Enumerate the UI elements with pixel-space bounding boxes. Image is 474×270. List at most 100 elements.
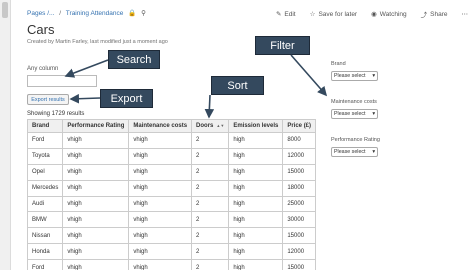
restrictions-icon[interactable]: ⚲ xyxy=(141,10,146,17)
table-cell: vhigh xyxy=(62,227,130,245)
table-cell: vhigh xyxy=(128,195,193,213)
brand-filter-select[interactable]: Please select ▾ xyxy=(331,71,378,81)
scrollbar-thumb[interactable] xyxy=(2,2,8,18)
table-cell: vhigh xyxy=(128,211,193,229)
table-cell: vhigh xyxy=(62,195,130,213)
table-cell: high xyxy=(228,227,284,245)
table-row: Mercedes vhigh vhigh 2 high 18000 xyxy=(26,179,317,197)
share-label: Share xyxy=(430,10,448,18)
table-cell: 2 xyxy=(191,243,230,261)
save-for-later-button[interactable]: ☆ Save for later xyxy=(310,9,358,19)
breadcrumb-separator: / xyxy=(59,10,62,17)
left-scrollbar[interactable] xyxy=(0,0,11,270)
table-cell: vhigh xyxy=(128,132,193,149)
table-row: Ford vhigh vhigh 2 high 8000 xyxy=(26,132,317,149)
table-cell: vhigh xyxy=(62,179,130,197)
table-cell: high xyxy=(228,211,284,229)
column-header-emission-levels[interactable]: Emission levels xyxy=(228,119,284,133)
table-cell: Audi xyxy=(26,195,64,213)
table-cell: 15000 xyxy=(282,163,317,181)
more-actions-button[interactable]: ⋯ xyxy=(462,9,469,19)
table-cell: 2 xyxy=(191,132,230,149)
table-row: Toyota vhigh vhigh 2 high 12000 xyxy=(26,147,317,165)
table-cell: 2 xyxy=(191,211,230,229)
page-byline: Created by Martin Farley, last modified … xyxy=(27,39,168,45)
table-cell: 2 xyxy=(191,259,230,270)
results-table: Brand Performance Rating Maintenance cos… xyxy=(26,119,317,270)
sort-arrow xyxy=(204,94,215,119)
column-header-performance-rating[interactable]: Performance Rating xyxy=(62,119,130,133)
watching-button[interactable]: ◉ Watching xyxy=(371,9,407,19)
filter-brand: Brand Please select ▾ xyxy=(331,61,378,81)
table-cell: 15000 xyxy=(282,259,317,270)
table-cell: 2 xyxy=(191,147,230,165)
table-header-row: Brand Performance Rating Maintenance cos… xyxy=(26,119,317,133)
filter-label: Brand xyxy=(331,61,346,67)
table-cell: high xyxy=(228,132,284,149)
table-cell: vhigh xyxy=(62,147,130,165)
table-cell: 15000 xyxy=(282,227,317,245)
pencil-icon: ✎ xyxy=(275,11,282,18)
edit-button[interactable]: ✎ Edit xyxy=(276,9,296,19)
table-cell: vhigh xyxy=(62,132,130,149)
performance-rating-filter-select[interactable]: Please select ▾ xyxy=(331,147,378,157)
search-input[interactable] xyxy=(27,75,97,87)
table-cell: BMW xyxy=(26,211,64,229)
search-callout: Search xyxy=(108,50,160,69)
table-cell: 12000 xyxy=(282,147,317,165)
table-cell: 2 xyxy=(191,227,230,245)
lock-icon[interactable]: 🔒 xyxy=(128,10,136,17)
column-header-label: Maintenance costs xyxy=(133,123,188,129)
breadcrumb-pages-link[interactable]: Pages /... xyxy=(27,10,54,17)
sort-indicator-icon: ▲▼ xyxy=(216,123,225,128)
filter-callout: Filter xyxy=(255,36,310,55)
export-results-button[interactable]: Export results xyxy=(27,94,69,105)
column-header-brand[interactable]: Brand xyxy=(26,119,64,133)
page-title: Cars xyxy=(27,22,55,37)
table-cell: 2 xyxy=(191,163,230,181)
table-row: Opel vhigh vhigh 2 high 15000 xyxy=(26,163,317,181)
column-header-label: Emission levels xyxy=(233,123,279,129)
column-header-maintenance-costs[interactable]: Maintenance costs xyxy=(128,119,193,133)
select-value: Please select xyxy=(334,149,366,155)
table-row: Honda vhigh vhigh 2 high 12000 xyxy=(26,243,317,261)
filter-label: Performance Rating xyxy=(331,137,380,143)
table-cell: vhigh xyxy=(128,227,193,245)
page-toolbar: ✎ Edit ☆ Save for later ◉ Watching ⤴ Share ⋯ xyxy=(276,9,469,20)
ellipsis-icon: ⋯ xyxy=(461,11,469,18)
sort-callout: Sort xyxy=(211,76,264,95)
column-header-label: Doors xyxy=(196,123,214,129)
edit-label: Edit xyxy=(284,10,296,18)
table-cell: high xyxy=(228,163,284,181)
export-callout: Export xyxy=(100,89,153,108)
table-cell: Ford xyxy=(26,132,64,149)
table-cell: 18000 xyxy=(282,179,317,197)
select-value: Please select xyxy=(334,73,366,79)
table-row: Ford vhigh vhigh 2 high 15000 xyxy=(26,259,317,270)
table-cell: vhigh xyxy=(128,179,193,197)
dropdown-caret-icon: ▾ xyxy=(372,149,375,155)
share-button[interactable]: ⤴ Share xyxy=(421,9,448,20)
search-label: Any column xyxy=(27,66,59,72)
filter-performance-rating: Performance Rating Please select ▾ xyxy=(331,137,380,157)
table-cell: Toyota xyxy=(26,147,64,165)
filter-label: Maintenance costs xyxy=(331,99,377,105)
select-value: Please select xyxy=(334,111,366,117)
table-cell: 2 xyxy=(191,195,230,213)
table-cell: vhigh xyxy=(128,243,193,261)
search-arrow xyxy=(64,59,109,78)
table-cell: vhigh xyxy=(128,259,193,270)
column-header-label: Price (£) xyxy=(287,123,312,129)
table-cell: 2 xyxy=(191,179,230,197)
column-header-doors[interactable]: Doors ▲▼ xyxy=(191,119,230,133)
column-header-price[interactable]: Price (£) xyxy=(282,119,317,133)
breadcrumb-current-link[interactable]: Training Attendance xyxy=(66,10,124,17)
maintenance-costs-filter-select[interactable]: Please select ▾ xyxy=(331,109,378,119)
table-cell: Honda xyxy=(26,243,64,261)
table-cell: high xyxy=(228,147,284,165)
results-count: Showing 1729 results xyxy=(27,111,85,117)
table-cell: vhigh xyxy=(128,163,193,181)
dropdown-caret-icon: ▾ xyxy=(372,73,375,79)
filter-arrow xyxy=(290,54,328,97)
table-row: BMW vhigh vhigh 2 high 30000 xyxy=(26,211,317,229)
